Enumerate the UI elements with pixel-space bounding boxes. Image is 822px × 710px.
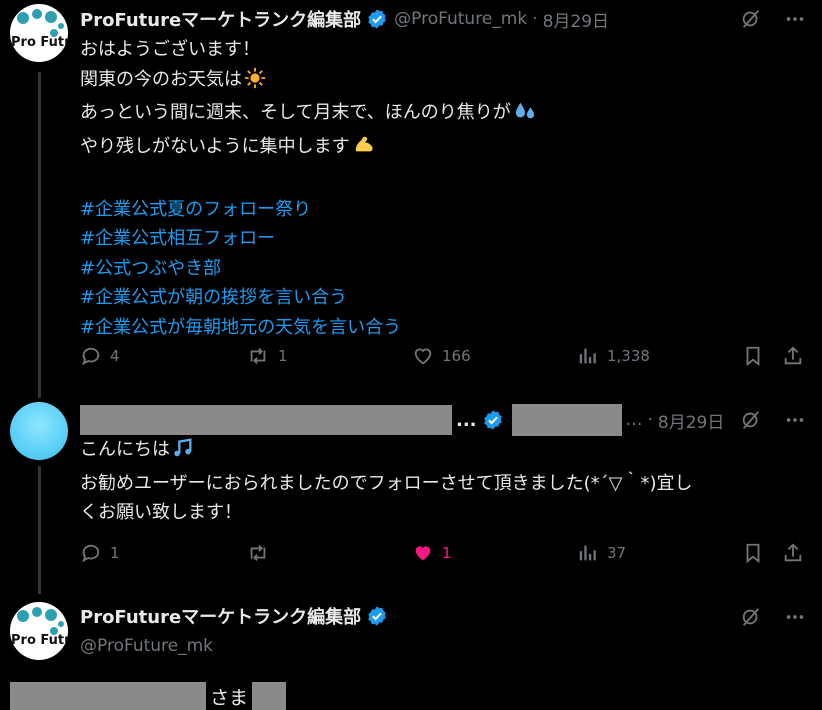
post-line: おはようございます！ (80, 39, 260, 60)
action-bar: 1 1 37 (80, 542, 810, 570)
sun-emoji-icon (244, 67, 266, 99)
post-top-icons (738, 6, 808, 32)
post-date[interactable]: 8月29日 (658, 408, 724, 433)
bookmark-icon (746, 543, 760, 564)
reply-button[interactable]: 4 (80, 345, 120, 367)
verified-badge-icon (366, 8, 388, 30)
like-count: 1 (442, 544, 452, 562)
share-icon (784, 543, 802, 562)
flexed-biceps-emoji-icon (352, 134, 376, 166)
bookmark-icon (746, 346, 760, 367)
post-line: こんにちは (80, 435, 810, 469)
more-icon[interactable] (782, 6, 808, 32)
redacted-text (10, 682, 206, 710)
heart-icon (415, 546, 431, 561)
share-icon (784, 346, 802, 365)
grok-icon[interactable] (738, 407, 764, 433)
reply-count: 1 (110, 544, 120, 562)
post-header: ... … · 8月29日 (80, 404, 724, 436)
repost-button[interactable] (246, 542, 278, 564)
view-count: 37 (607, 544, 627, 562)
share-button[interactable] (782, 542, 812, 564)
post-1[interactable]: Pro Futur ProFutureマーケトランク編集部 @ProFuture… (0, 0, 822, 395)
post-line: あっという間に週末、そして月末で、ほんのり焦りが (80, 98, 810, 132)
avatar-logo-text: Pro Futur (11, 35, 68, 50)
view-count: 1,338 (607, 347, 650, 365)
handle-ellipsis: … (625, 410, 643, 430)
views-button[interactable]: 1,338 (577, 345, 650, 367)
bookmark-button[interactable] (742, 542, 772, 564)
separator-dot: · (647, 410, 653, 430)
hashtag-link[interactable]: #企業公式夏のフォロー祭り (80, 195, 810, 225)
musical-notes-emoji-icon (172, 437, 194, 469)
reply-count: 4 (110, 347, 120, 365)
post-2[interactable]: ... … · 8月29日 こんにちは お勧めユーザーにおられましたのでフォロー… (0, 398, 822, 598)
reply-icon (81, 544, 100, 563)
avatar-logo-text: Pro Futur (11, 633, 68, 648)
like-button[interactable]: 1 (412, 542, 452, 564)
verified-badge-icon (366, 605, 388, 627)
avatar[interactable] (10, 402, 68, 460)
handle-row: @ProFuture_mk (80, 632, 213, 660)
post-text: おはようございます！ 関東の今のお天気は あっという間に週末、そして月末で、ほん… (80, 35, 810, 342)
bookmark-button[interactable] (742, 345, 772, 367)
reply-button[interactable]: 1 (80, 542, 120, 564)
repost-count: 1 (278, 347, 288, 365)
more-icon[interactable] (782, 407, 808, 433)
repost-button[interactable]: 1 (246, 345, 288, 367)
author-name[interactable]: ProFutureマーケトランク編集部 (80, 603, 361, 629)
post-header: ProFutureマーケトランク編集部 (80, 602, 388, 630)
views-icon (579, 348, 596, 364)
redacted-name (80, 405, 452, 435)
redacted-text (252, 682, 287, 710)
sweat-droplets-emoji-icon (513, 100, 537, 132)
hashtag-link[interactable]: #企業公式相互フォロー (80, 224, 810, 254)
avatar[interactable]: Pro Futur (10, 4, 68, 62)
grok-icon[interactable] (738, 6, 764, 32)
hashtag-link[interactable]: #企業公式が朝の挨拶を言い合う (80, 283, 810, 313)
post-top-icons (738, 604, 808, 630)
more-icon[interactable] (782, 604, 808, 630)
post-line: 関東の今のお天気は (80, 65, 810, 99)
post-text: こんにちは お勧めユーザーにおられましたのでフォローさせて頂きました(*´▽｀*… (80, 435, 810, 528)
author-handle[interactable]: @ProFuture_mk (80, 636, 213, 656)
repost-icon (250, 348, 266, 364)
verified-badge-icon (482, 409, 504, 431)
hashtag-link[interactable]: #企業公式が毎朝地元の天気を言い合う (80, 313, 810, 343)
author-handle[interactable]: @ProFuture_mk (394, 9, 527, 29)
like-count: 166 (442, 347, 471, 365)
post-text: さま (10, 682, 287, 710)
redacted-handle (511, 404, 622, 436)
share-button[interactable] (782, 345, 812, 367)
grok-icon[interactable] (738, 604, 764, 630)
post-line: お勧めユーザーにおられましたのでフォローさせて頂きました(*´▽｀*)宜し (80, 472, 693, 494)
post-line: くお願い致します！ (80, 502, 242, 523)
separator-dot: · (532, 9, 538, 29)
author-name[interactable]: ProFutureマーケトランク編集部 (80, 6, 361, 32)
avatar[interactable]: Pro Futur (10, 602, 68, 660)
views-button[interactable]: 37 (577, 542, 626, 564)
post-header: ProFutureマーケトランク編集部 @ProFuture_mk · 8月29… (80, 5, 609, 33)
repost-icon (250, 545, 266, 561)
heart-icon (414, 348, 432, 365)
post-text-fragment: さま (210, 686, 249, 709)
post-line: やり残しがないように集中します (80, 132, 810, 166)
like-button[interactable]: 166 (412, 345, 471, 367)
action-bar: 4 1 166 1,338 (80, 345, 810, 373)
views-icon (579, 545, 596, 561)
reply-icon (81, 347, 100, 366)
post-top-icons (738, 407, 808, 433)
hashtag-link[interactable]: #公式つぶやき部 (80, 254, 810, 284)
name-ellipsis: ... (456, 409, 477, 431)
post-3[interactable]: Pro Futur ProFutureマーケトランク編集部 @ProFuture… (0, 598, 822, 710)
post-date[interactable]: 8月29日 (543, 7, 609, 32)
